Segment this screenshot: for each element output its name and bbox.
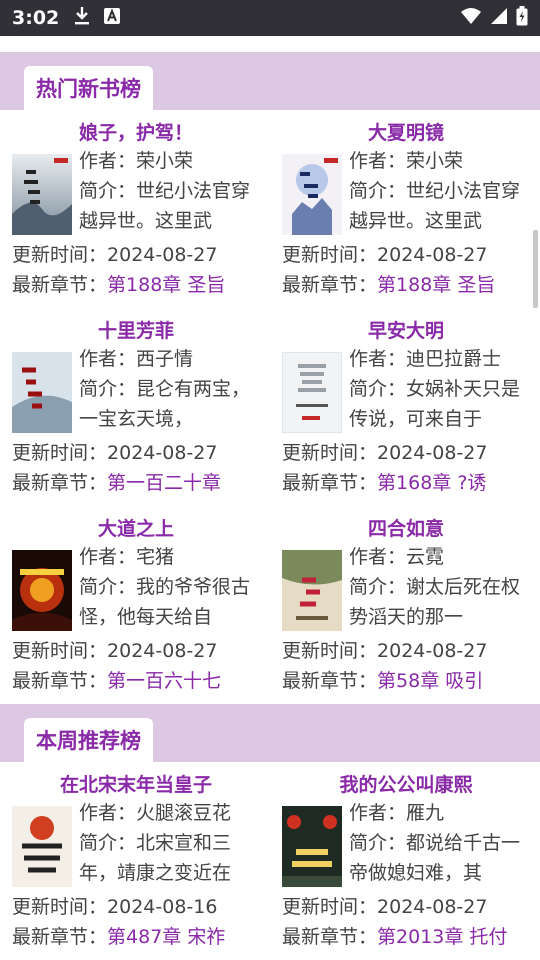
book-title[interactable]: 大道之上 [12, 514, 260, 541]
author-name: 宅猪 [136, 546, 175, 568]
updated-date: 2024-08-27 [107, 442, 218, 464]
updated-label: 更新时间： [12, 896, 108, 918]
intro-label: 简介： [349, 378, 407, 400]
download-icon [73, 6, 91, 30]
battery-icon [516, 6, 528, 30]
updated-date: 2024-08-16 [107, 896, 218, 918]
intro-label: 简介： [349, 832, 407, 854]
updated-date: 2024-08-27 [377, 896, 488, 918]
latest-chapter-link[interactable]: 第188章 圣旨 [377, 274, 495, 296]
intro-label: 简介： [79, 576, 137, 598]
section-tab[interactable]: 热门新书榜 [24, 66, 153, 110]
latest-label: 最新章节： [282, 926, 378, 948]
status-time: 3:02 [12, 7, 60, 29]
section-header: 热门新书榜 [0, 52, 540, 110]
book-title[interactable]: 十里芳菲 [12, 316, 260, 343]
updated-label: 更新时间： [12, 442, 108, 464]
book-cover[interactable] [282, 806, 342, 887]
author-name: 荣小荣 [136, 150, 194, 172]
author-label: 作者： [79, 546, 137, 568]
author-name: 雁九 [406, 802, 445, 824]
book-title[interactable]: 娘子，护驾！ [12, 118, 260, 145]
book-cover[interactable] [12, 550, 72, 631]
author-name: 迪巴拉爵士 [406, 348, 502, 370]
book-cover[interactable] [282, 154, 342, 235]
book-title[interactable]: 在北宋末年当皇子 [12, 770, 260, 797]
intro-label: 简介： [79, 180, 137, 202]
latest-label: 最新章节： [282, 274, 378, 296]
updated-label: 更新时间： [282, 244, 378, 266]
intro-label: 简介： [349, 576, 407, 598]
intro-label: 简介： [349, 180, 407, 202]
section-weekly-recommend: 本周推荐榜 在北宋末年当皇子 作者：火腿滚豆花 简介：北宋宣和三年，靖康之变近在… [0, 704, 540, 960]
updated-date: 2024-08-27 [377, 244, 488, 266]
author-name: 云霓 [406, 546, 445, 568]
intro-label: 简介： [79, 832, 137, 854]
book-card[interactable]: 我的公公叫康熙 作者：雁九 简介：都说给千古一帝做媳妇难，其 更新时间：2024… [282, 762, 522, 950]
author-label: 作者： [349, 802, 407, 824]
latest-chapter-link[interactable]: 第一百二十章 [107, 472, 221, 494]
author-name: 西子情 [136, 348, 194, 370]
book-cover[interactable] [12, 352, 72, 433]
book-cover[interactable] [282, 550, 342, 631]
latest-chapter-link[interactable]: 第一百六十七 [107, 670, 221, 692]
section-header: 本周推荐榜 [0, 704, 540, 762]
section-hot-new-books: 热门新书榜 娘子，护驾！ 作者：荣小荣 简介：世纪小法官穿越异世。这里武 更新时… [0, 52, 540, 702]
latest-label: 最新章节： [12, 274, 108, 296]
latest-chapter-link[interactable]: 第58章 吸引 [377, 670, 483, 692]
latest-chapter-link[interactable]: 第188章 圣旨 [107, 274, 225, 296]
book-title[interactable]: 早安大明 [282, 316, 530, 343]
latest-label: 最新章节： [282, 670, 378, 692]
updated-label: 更新时间： [12, 244, 108, 266]
book-card[interactable]: 在北宋末年当皇子 作者：火腿滚豆花 简介：北宋宣和三年，靖康之变近在 更新时间：… [12, 762, 252, 950]
book-title[interactable]: 大夏明镜 [282, 118, 530, 145]
book-title[interactable]: 四合如意 [282, 514, 530, 541]
latest-label: 最新章节： [12, 926, 108, 948]
updated-label: 更新时间： [282, 442, 378, 464]
updated-label: 更新时间： [12, 640, 108, 662]
author-label: 作者： [349, 150, 407, 172]
author-label: 作者： [79, 150, 137, 172]
author-label: 作者： [349, 546, 407, 568]
book-cover[interactable] [12, 154, 72, 235]
author-name: 火腿滚豆花 [136, 802, 232, 824]
wifi-icon [460, 7, 482, 29]
book-card[interactable]: 十里芳菲 作者：西子情 简介：昆仑有两宝，一宝玄天境， 更新时间：2024-08… [12, 308, 252, 496]
latest-chapter-link[interactable]: 第2013章 托付 [377, 926, 507, 948]
updated-date: 2024-08-27 [377, 640, 488, 662]
latest-label: 最新章节： [282, 472, 378, 494]
updated-label: 更新时间： [282, 896, 378, 918]
book-cover[interactable] [12, 806, 72, 887]
intro-label: 简介： [79, 378, 137, 400]
latest-chapter-link[interactable]: 第487章 宋祚 [107, 926, 225, 948]
latest-label: 最新章节： [12, 472, 108, 494]
author-label: 作者： [349, 348, 407, 370]
section-tab[interactable]: 本周推荐榜 [24, 718, 153, 762]
book-card[interactable]: 四合如意 作者：云霓 简介：谢太后死在权势滔天的那一 更新时间：2024-08-… [282, 506, 522, 694]
book-card[interactable]: 娘子，护驾！ 作者：荣小荣 简介：世纪小法官穿越异世。这里武 更新时间：2024… [12, 110, 252, 298]
status-bar: 3:02 [0, 0, 540, 36]
author-label: 作者： [79, 348, 137, 370]
book-title[interactable]: 我的公公叫康熙 [282, 770, 530, 797]
updated-date: 2024-08-27 [107, 640, 218, 662]
latest-label: 最新章节： [12, 670, 108, 692]
book-cover[interactable] [282, 352, 342, 433]
updated-date: 2024-08-27 [377, 442, 488, 464]
updated-label: 更新时间： [282, 640, 378, 662]
book-card[interactable]: 大夏明镜 作者：荣小荣 简介：世纪小法官穿越异世。这里武 更新时间：2024-0… [282, 110, 522, 298]
book-card[interactable]: 大道之上 作者：宅猪 简介：我的爷爷很古怪，他每天给自 更新时间：2024-08… [12, 506, 252, 694]
updated-date: 2024-08-27 [107, 244, 218, 266]
author-name: 荣小荣 [406, 150, 464, 172]
book-card[interactable]: 早安大明 作者：迪巴拉爵士 简介：女娲补天只是传说，可来自于 更新时间：2024… [282, 308, 522, 496]
cell-signal-icon [490, 7, 508, 29]
font-notification-icon [103, 7, 121, 29]
latest-chapter-link[interactable]: 第168章 ?诱 [377, 472, 486, 494]
author-label: 作者： [79, 802, 137, 824]
scrollbar-thumb[interactable] [533, 230, 538, 308]
